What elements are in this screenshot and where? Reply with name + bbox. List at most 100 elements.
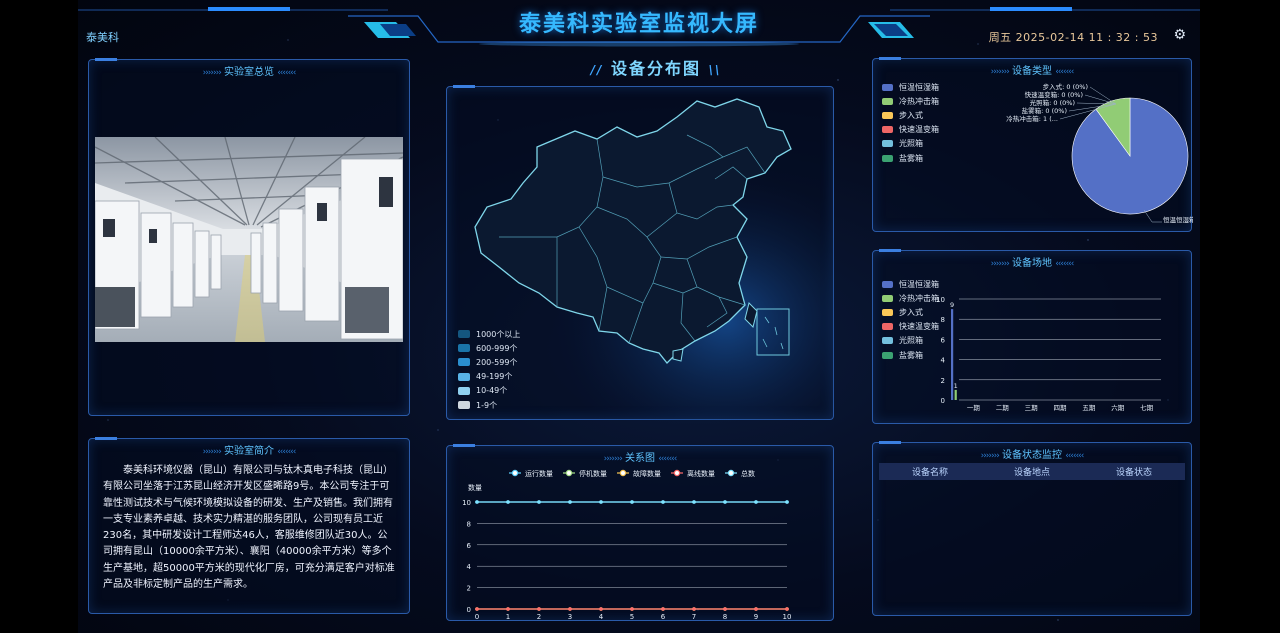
data-point[interactable] [568,500,572,504]
map-legend-item[interactable]: 1-9个 [458,398,520,412]
data-point[interactable] [785,607,789,611]
title-right-chevrons: ‹‹‹‹‹‹‹ [277,68,296,78]
legend-swatch [458,358,470,367]
x-tick-label: 5 [630,613,634,621]
relation-line-chart: 运行数量 停机数量 故障数量 离线数量 总数数量 0 2 4 6 8 10 0 1 2 3 4 5 6 7 8 9 10 [462,469,792,621]
data-point[interactable] [754,607,758,611]
pie-label: 恒温恒湿箱: 9 (90%) [1163,215,1193,224]
map-legend-item[interactable]: 600-999个 [458,341,520,355]
panel-corner-decoration [879,441,901,444]
data-point[interactable] [599,607,603,611]
x-tick-label: 10 [783,613,792,621]
title-right-slashes: \\ [708,63,722,77]
data-point[interactable] [661,500,665,504]
intro-text: 泰美科环境仪器（昆山）有限公司与钛木真电子科技（昆山）有限公司坐落于江苏昆山经济… [103,465,395,591]
x-tick-label: 2 [537,613,541,621]
y-tick-label: 2 [941,377,945,385]
x-tick-label: 9 [754,613,758,621]
legend-label: 600-999个 [476,343,518,353]
data-point[interactable] [692,500,696,504]
data-point[interactable] [475,500,479,504]
data-point[interactable] [568,607,572,611]
column-header[interactable]: 设备地点 [981,465,1083,478]
intro-title: 实验室简介 [224,446,274,457]
bar[interactable] [954,389,957,400]
device-place-panel: ››››››› 设备场地 ‹‹‹‹‹‹‹ 恒温恒湿箱 冷热冲击箱 步入式 快速温变箱光… [872,249,1192,424]
legend-marker [619,469,627,477]
panel-corner-decoration [95,58,117,61]
x-tick-label: 4 [599,613,604,621]
y-tick-label: 2 [467,585,471,593]
pie-label-line [1089,86,1117,105]
legend-marker [673,469,681,477]
y-tick-label: 8 [467,520,471,528]
x-tick-label: 五期 [1082,404,1096,412]
x-tick-label: 四期 [1054,404,1068,412]
map-legend-item[interactable]: 49-199个 [458,370,520,384]
legend-label[interactable]: 离线数量 [687,469,715,478]
y-tick-label: 6 [941,336,946,344]
data-point[interactable] [630,500,634,504]
pie-label: 光照箱: 0 (0%) [1030,98,1075,107]
legend-label[interactable]: 停机数量 [579,469,607,478]
dashboard-screen: 泰美科实验室监视大屏 泰美科 周五 2025-02-14 11 : 32 : 5… [78,0,1200,633]
x-tick-label: 3 [568,613,572,621]
data-point[interactable] [599,500,603,504]
title-left-chevrons: ››››››› [202,68,222,78]
map-legend-item[interactable]: 200-599个 [458,355,520,369]
x-tick-label: 六期 [1111,403,1125,412]
data-point[interactable] [723,500,727,504]
pie-label: 冷热冲击箱: 1 (... [1006,114,1058,123]
brand-label: 泰美科 [86,31,119,44]
legend-swatch [458,372,470,381]
bar-value-label: 9 [950,301,954,309]
legend-label: 10-49个 [476,386,508,396]
column-header[interactable]: 设备名称 [879,465,981,478]
data-point[interactable] [723,607,727,611]
device-place-bar-chart: 0 2 4 6 8 10 一期 二期 三期 四期 五期 六期 七期 9 1 [936,296,1161,412]
legend-label: 1-9个 [476,400,498,410]
gear-icon[interactable]: ⚙ [1173,27,1186,43]
overview-title: 实验室总览 [224,67,274,78]
map-legend-item[interactable]: 10-49个 [458,384,520,398]
map-legend-item[interactable]: 1000个以上 [458,327,520,341]
data-point[interactable] [630,607,634,611]
map-panel: 1000个以上 600-999个 200-599个 49-199个 10-49个 1-9个 [446,85,834,420]
data-point[interactable] [537,607,541,611]
status-title: 设备状态监控 [1002,450,1062,461]
y-tick-label: 10 [462,499,471,507]
title-right-chevrons: ‹‹‹‹‹‹‹ [277,447,296,457]
legend-marker [511,469,519,477]
legend-label[interactable]: 运行数量 [525,469,553,478]
title-right-chevrons: ‹‹‹‹‹‹‹ [1065,451,1084,461]
status-panel: ››››››› 设备状态监控 ‹‹‹‹‹‹‹ 设备名称 设备地点 设备状态 [872,441,1192,616]
data-point[interactable] [785,500,789,504]
data-point[interactable] [692,607,696,611]
legend-label[interactable]: 总数 [741,469,755,478]
data-point[interactable] [754,500,758,504]
pie-label: 快速温变箱: 0 (0%) [1025,90,1083,99]
datetime-display: 周五 2025-02-14 11 : 32 : 53 [988,31,1158,44]
y-tick-label: 4 [467,563,472,571]
data-point[interactable] [475,607,479,611]
panel-corner-decoration [95,437,117,440]
y-tick-label: 6 [467,542,472,550]
data-point[interactable] [537,500,541,504]
y-tick-label: 10 [936,296,945,304]
column-header[interactable]: 设备状态 [1083,465,1185,478]
title-left-chevrons: ››››››› [202,447,222,457]
legend-swatch [458,344,470,353]
map-title-row: // 设备分布图 \\ [556,55,756,79]
legend-label[interactable]: 故障数量 [633,469,661,478]
device-type-panel: ››››››› 设备类型 ‹‹‹‹‹‹‹ 恒温恒湿箱 冷热冲击箱 步入式 快速温变箱光… [872,57,1193,232]
x-tick-label: 6 [661,613,666,621]
data-point[interactable] [661,607,665,611]
legend-swatch [458,330,470,339]
intro-panel: ››››››› 实验室简介 ‹‹‹‹‹‹‹ 泰美科环境仪器（昆山）有限公司与钛木… [88,437,410,614]
x-tick-label: 1 [506,613,510,621]
data-point[interactable] [506,500,510,504]
device-type-pie-chart: 步入式: 0 (0%)快速温变箱: 0 (0%)光照箱: 0 (0%)盐雾箱: … [1006,82,1193,224]
data-point[interactable] [506,607,510,611]
x-tick-label: 8 [723,613,727,621]
y-tick-label: 4 [941,357,946,365]
